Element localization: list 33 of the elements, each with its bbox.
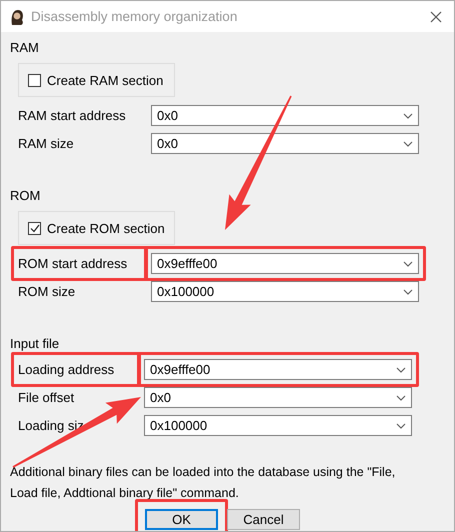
caret-icon bbox=[403, 112, 413, 118]
close-icon[interactable] bbox=[430, 10, 442, 22]
field-label: RAM start address bbox=[18, 107, 126, 125]
checkbox[interactable]: Create ROM section bbox=[28, 220, 165, 236]
field-label: File offset bbox=[18, 389, 74, 407]
caret-icon bbox=[403, 140, 413, 146]
field-label: RAM size bbox=[18, 135, 74, 153]
combo-box[interactable]: 0x100000 bbox=[151, 281, 419, 302]
field-label: ROM size bbox=[18, 283, 76, 301]
section-title: ROM bbox=[10, 188, 42, 204]
section-title: Input file bbox=[10, 336, 60, 352]
app-icon bbox=[9, 8, 25, 26]
section-title: RAM bbox=[10, 40, 40, 56]
field-label: Loading address bbox=[18, 361, 114, 379]
combo-box[interactable]: 0x0 bbox=[144, 387, 412, 408]
note-text: Additional binary files can be loaded into the database using the "File, Load file, Addtional binary file" command. bbox=[10, 464, 396, 502]
dialog-button[interactable]: Cancel bbox=[227, 509, 300, 530]
field-label: ROM start address bbox=[18, 255, 128, 273]
caret-icon bbox=[396, 394, 406, 400]
checkbox[interactable]: Create RAM section bbox=[28, 72, 164, 88]
checkbox-box[interactable] bbox=[28, 222, 41, 234]
checkbox-box[interactable] bbox=[28, 74, 41, 86]
window-title: Disassembly memory organization bbox=[31, 9, 238, 24]
caret-icon bbox=[403, 288, 413, 294]
caret-icon bbox=[396, 422, 406, 428]
combo-box[interactable]: 0x9efffe00 bbox=[144, 359, 412, 380]
combo-box[interactable]: 0x0 bbox=[151, 133, 419, 154]
combo-box[interactable]: 0x0 bbox=[151, 105, 419, 126]
dialog-button[interactable]: OK bbox=[145, 509, 218, 530]
caret-icon bbox=[403, 260, 413, 266]
caret-icon bbox=[396, 366, 406, 372]
combo-box[interactable]: 0x9efffe00 bbox=[151, 253, 419, 274]
combo-box[interactable]: 0x100000 bbox=[144, 415, 412, 436]
